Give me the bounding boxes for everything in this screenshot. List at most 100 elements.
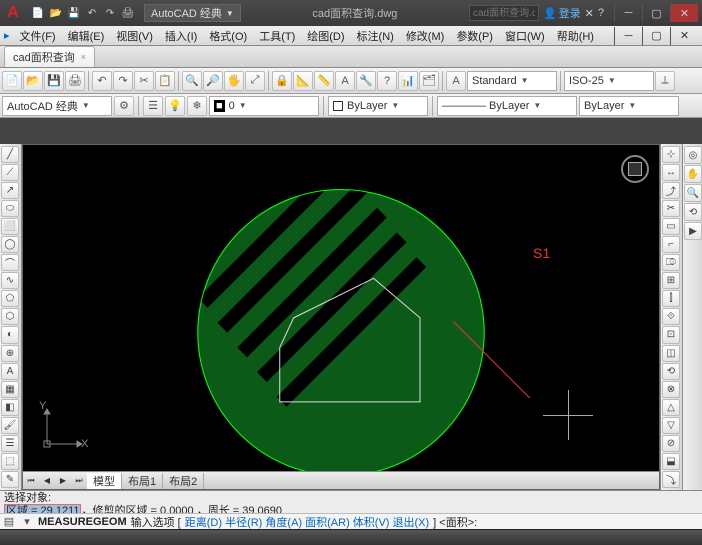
- workspace-combo[interactable]: AutoCAD 经典 ▼: [2, 96, 112, 116]
- tb-zoom-out-icon[interactable]: 🔎: [203, 71, 223, 91]
- menu-insert[interactable]: 插入(I): [159, 27, 203, 45]
- draw-block-icon[interactable]: ⊕: [1, 345, 19, 362]
- help-icon[interactable]: ?: [598, 7, 604, 19]
- help-search-input[interactable]: [469, 5, 539, 21]
- tb-extents-icon[interactable]: ⤢: [245, 71, 265, 91]
- lineweight-combo[interactable]: ByLayer ▼: [579, 96, 679, 116]
- document-tab[interactable]: cad面积查询 ×: [4, 46, 95, 67]
- tb-text-icon[interactable]: A: [335, 71, 355, 91]
- tb-textstyle-icon[interactable]: A: [446, 71, 466, 91]
- draw-insert-icon[interactable]: ◐: [1, 326, 19, 343]
- qat-redo-icon[interactable]: ↷: [102, 5, 118, 21]
- menu-draw[interactable]: 绘图(D): [301, 27, 350, 45]
- layer-props-icon[interactable]: ☰: [143, 96, 163, 116]
- draw-point-icon[interactable]: ⬚: [1, 453, 19, 470]
- mod-explode-icon[interactable]: ▽: [662, 417, 680, 434]
- menu-help[interactable]: 帮助(H): [551, 27, 600, 45]
- layout-tab-layout1[interactable]: 布局1: [122, 473, 163, 489]
- layout-nav-prev-icon[interactable]: ◀: [39, 474, 55, 488]
- nav-showmotion-icon[interactable]: ▶: [684, 222, 702, 240]
- menu-file[interactable]: 文件(F): [14, 27, 62, 45]
- mod-lengthen-icon[interactable]: ⬓: [662, 453, 680, 470]
- viewcube[interactable]: [621, 155, 649, 183]
- app-logo[interactable]: A: [0, 0, 26, 26]
- tb-print-icon[interactable]: 🖨: [65, 71, 85, 91]
- tb-pan-icon[interactable]: 🖐: [224, 71, 244, 91]
- mod-editpl-icon[interactable]: ⤵: [662, 471, 680, 488]
- close-button[interactable]: ✕: [670, 4, 698, 22]
- draw-line-icon[interactable]: ╱: [1, 146, 19, 163]
- qat-open-icon[interactable]: 📂: [48, 5, 64, 21]
- draw-circle-icon[interactable]: ◯: [1, 236, 19, 253]
- maximize-button[interactable]: ▢: [642, 4, 670, 22]
- sign-in-button[interactable]: 👤 登录: [543, 5, 581, 21]
- tb-lock-icon[interactable]: 🔒: [272, 71, 292, 91]
- app-menu-icon[interactable]: ▸: [4, 29, 10, 42]
- draw-polygon-icon[interactable]: ⬭: [1, 200, 19, 217]
- draw-revcloud-icon[interactable]: ✎: [1, 471, 19, 488]
- doc-restore-button[interactable]: ▢: [642, 27, 670, 45]
- layout-nav-first-icon[interactable]: ⏮: [23, 474, 39, 488]
- layout-tab-layout2[interactable]: 布局2: [163, 473, 204, 489]
- mod-array-icon[interactable]: ▭: [662, 218, 680, 235]
- tb-paste-icon[interactable]: 📋: [155, 71, 175, 91]
- tb-zoom-in-icon[interactable]: 🔍: [182, 71, 202, 91]
- minimize-button[interactable]: ─: [614, 4, 642, 22]
- color-combo[interactable]: ByLayer ▼: [328, 96, 428, 116]
- draw-region-icon[interactable]: 🖌: [1, 417, 19, 434]
- exchange-icon[interactable]: ✕: [585, 7, 594, 20]
- menu-tools[interactable]: 工具(T): [253, 27, 301, 45]
- draw-text-icon[interactable]: A: [1, 363, 19, 380]
- draw-ellipse-icon[interactable]: ⬠: [1, 290, 19, 307]
- mod-scale-icon[interactable]: ⊞: [662, 272, 680, 289]
- tb-new-icon[interactable]: 📄: [2, 71, 22, 91]
- mod-erase-icon[interactable]: ⊹: [662, 146, 680, 163]
- nav-zoom-icon[interactable]: 🔍: [684, 184, 702, 202]
- text-style-combo[interactable]: Standard ▼: [467, 71, 557, 91]
- menu-format[interactable]: 格式(O): [203, 27, 253, 45]
- doc-close-button[interactable]: ✕: [670, 27, 698, 45]
- tb-save-icon[interactable]: 💾: [44, 71, 64, 91]
- mod-align-icon[interactable]: ⊘: [662, 435, 680, 452]
- tb-tools-icon[interactable]: 🔧: [356, 71, 376, 91]
- layout-nav-last-icon[interactable]: ⏭: [71, 474, 87, 488]
- mod-stretch-icon[interactable]: ⫿: [662, 290, 680, 307]
- draw-spline-icon[interactable]: ∿: [1, 272, 19, 289]
- draw-hatch-icon[interactable]: ▦: [1, 381, 19, 398]
- tb-help-icon[interactable]: ?: [377, 71, 397, 91]
- draw-table-icon[interactable]: ☰: [1, 435, 19, 452]
- qat-save-icon[interactable]: 💾: [66, 5, 82, 21]
- draw-arc-icon[interactable]: ⌒: [1, 254, 19, 271]
- mod-offset-icon[interactable]: ✂: [662, 200, 680, 217]
- draw-gradient-icon[interactable]: ◧: [1, 399, 19, 416]
- mod-break-icon[interactable]: ◫: [662, 345, 680, 362]
- draw-pline-icon[interactable]: ↗: [1, 182, 19, 199]
- mod-join-icon[interactable]: ⟲: [662, 363, 680, 380]
- draw-xline-icon[interactable]: ⟋: [1, 164, 19, 181]
- mod-trim-icon[interactable]: ⟐: [662, 308, 680, 325]
- mod-fillet-icon[interactable]: △: [662, 399, 680, 416]
- mod-move-icon[interactable]: ⌐: [662, 236, 680, 253]
- draw-ellipsearc-icon[interactable]: ⬡: [1, 308, 19, 325]
- layer-combo[interactable]: ■ 0 ▼: [209, 96, 319, 116]
- mod-rotate-icon[interactable]: ⎄: [662, 254, 680, 271]
- draw-rect-icon[interactable]: ⬜: [1, 218, 19, 235]
- layer-bulb-icon[interactable]: 💡: [165, 96, 185, 116]
- mod-extend-icon[interactable]: ⊡: [662, 326, 680, 343]
- tb-redo-icon[interactable]: ↷: [113, 71, 133, 91]
- layout-tab-model[interactable]: 模型: [87, 473, 122, 489]
- menu-view[interactable]: 视图(V): [110, 27, 159, 45]
- drawing-canvas[interactable]: S1 X Y: [23, 145, 659, 471]
- command-options[interactable]: 距离(D) 半径(R) 角度(A) 面积(AR) 体积(V) 退出(X): [185, 514, 429, 530]
- linetype-combo[interactable]: ———— ByLayer ▼: [437, 96, 577, 116]
- tb-dim-icon[interactable]: 📐: [293, 71, 313, 91]
- command-input-row[interactable]: ▤ ▾ MEASUREGEOM 输入选项 [ 距离(D) 半径(R) 角度(A)…: [0, 513, 702, 529]
- tb-measure-icon[interactable]: 📏: [314, 71, 334, 91]
- nav-steering-icon[interactable]: ◎: [684, 146, 702, 164]
- tb-sheet-icon[interactable]: 📊: [398, 71, 418, 91]
- dim-style-combo[interactable]: ISO-25 ▼: [564, 71, 654, 91]
- tb-dimstyle-icon[interactable]: ⟂: [655, 71, 675, 91]
- nav-orbit-icon[interactable]: ⟲: [684, 203, 702, 221]
- tb-open-icon[interactable]: 📂: [23, 71, 43, 91]
- menu-window[interactable]: 窗口(W): [499, 27, 551, 45]
